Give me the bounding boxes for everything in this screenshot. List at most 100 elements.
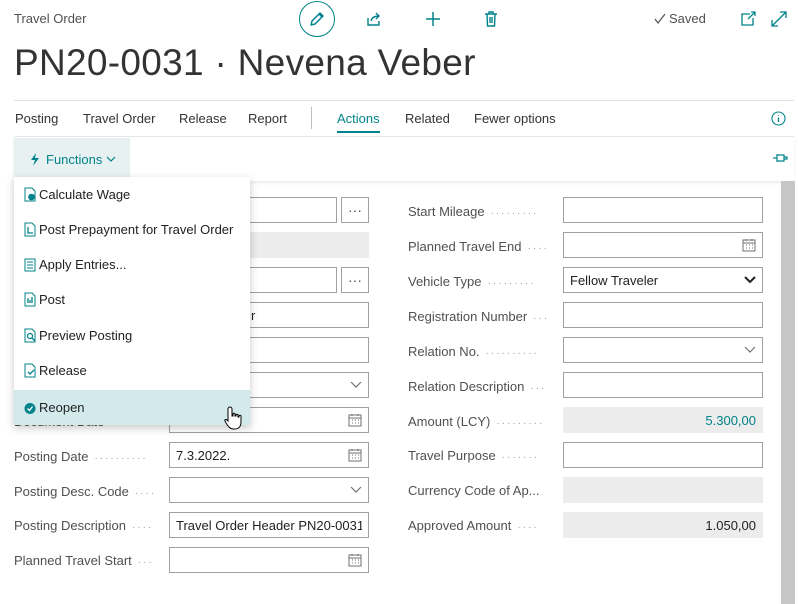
menu-item-label: Post Prepayment for Travel Order [39, 222, 234, 237]
menu-item-label: Calculate Wage [39, 187, 131, 202]
delete-button[interactable] [481, 9, 501, 29]
functions-button[interactable]: Functions [14, 138, 130, 180]
release-icon [22, 363, 37, 378]
info-button[interactable] [770, 110, 786, 126]
open-in-new-window-icon [741, 11, 756, 26]
approved-amount-value: 1.050,00 [705, 517, 756, 533]
posting-date-value: 7.3.2022. [176, 447, 231, 463]
chevron-down-icon [106, 156, 116, 162]
delete-icon [485, 11, 497, 27]
chevron-down-icon [744, 276, 756, 284]
edit-button[interactable] [299, 1, 335, 37]
currency-code-label: Currency Code of Ap... [408, 483, 540, 498]
ribbon [14, 136, 794, 181]
post-icon [22, 292, 37, 307]
pin-icon [773, 154, 788, 162]
menu-item-post-prepayment[interactable]: Post Prepayment for Travel Order [14, 212, 250, 247]
tab-actions[interactable]: Actions [337, 111, 380, 133]
posting-description-label: Posting Description ···· [14, 518, 154, 533]
calendar-icon [742, 239, 756, 252]
preview-posting-icon [22, 328, 37, 343]
tab-related[interactable]: Related [405, 111, 450, 126]
share-button[interactable] [364, 9, 384, 29]
amount-lcy-value[interactable]: 5.300,00 [570, 413, 756, 428]
menu-item-label: Post [39, 292, 66, 307]
planned-travel-end-label: Planned Travel End ···· [408, 239, 549, 254]
saved-status: Saved [654, 11, 706, 26]
expand-button[interactable] [769, 9, 789, 29]
currency-code-field [563, 477, 763, 503]
menu-item-reopen[interactable]: Reopen [14, 390, 250, 425]
start-mileage-field[interactable] [563, 197, 763, 223]
travel-purpose-label: Travel Purpose ······· [408, 448, 539, 463]
ellipsis-icon: ··· [348, 272, 362, 288]
info-icon [770, 110, 786, 126]
edit-icon [310, 12, 324, 26]
posting-description-field[interactable]: Travel Order Header PN20-0031 [169, 512, 369, 538]
posting-description-value: Travel Order Header PN20-0031 [176, 517, 362, 533]
menu-item-calculate-wage[interactable]: Calculate Wage [14, 177, 250, 212]
share-icon [367, 12, 380, 26]
tab-release[interactable]: Release [179, 111, 227, 126]
menu-item-preview-posting[interactable]: Preview Posting [14, 318, 250, 353]
vehicle-type-value: Fellow Traveler [570, 272, 659, 288]
menu-item-label: Release [39, 363, 87, 378]
posting-date-label: Posting Date ·········· [14, 449, 148, 464]
calendar-icon [348, 414, 362, 427]
posting-desc-code-select[interactable] [169, 477, 369, 503]
page-title: PN20-0031 · Nevena Veber [14, 42, 476, 83]
scrollbar[interactable] [781, 181, 795, 604]
tab-report[interactable]: Report [248, 111, 287, 126]
amount-lcy-field: 5.300,00 [563, 407, 763, 433]
breadcrumb: Travel Order [14, 11, 87, 26]
chevron-down-icon [744, 346, 756, 353]
amount-lcy-label: Amount (LCY) ········· [408, 414, 545, 429]
menu-item-label: Reopen [39, 400, 85, 415]
menu-item-post[interactable]: Post [14, 282, 250, 317]
planned-travel-start-field[interactable] [169, 547, 369, 573]
checkmark-icon [654, 13, 666, 24]
lightning-icon [31, 152, 39, 166]
calendar-icon [348, 449, 362, 462]
tab-posting[interactable]: Posting [15, 111, 58, 126]
tab-fewer-options[interactable]: Fewer options [474, 111, 556, 126]
registration-number-label: Registration Number ··· [408, 309, 550, 324]
tab-separator [311, 107, 312, 129]
relation-description-label: Relation Description ··· [408, 379, 547, 394]
functions-label: Functions [46, 151, 103, 167]
divider [14, 100, 794, 101]
relation-no-select[interactable] [563, 337, 763, 363]
reopen-icon [22, 400, 37, 415]
planned-travel-end-field[interactable] [563, 232, 763, 258]
add-icon [426, 12, 440, 26]
calendar-icon [348, 554, 362, 567]
relation-no-label: Relation No. ·········· [408, 344, 539, 359]
pin-button[interactable] [771, 151, 789, 165]
vehicle-type-label: Vehicle Type ········· [408, 274, 536, 289]
open-new-window-button[interactable] [738, 9, 758, 29]
relation-description-field[interactable] [563, 372, 763, 398]
calculate-wage-icon [22, 187, 37, 202]
functions-menu: Calculate Wage Post Prepayment for Trave… [14, 177, 250, 425]
posting-date-field[interactable]: 7.3.2022. [169, 442, 369, 468]
expand-icon [771, 11, 787, 27]
chevron-down-icon [350, 486, 362, 493]
travel-purpose-field[interactable] [563, 442, 763, 468]
menu-item-release[interactable]: Release [14, 353, 250, 388]
new-button[interactable] [423, 9, 443, 29]
menu-item-apply-entries[interactable]: Apply Entries... [14, 247, 250, 282]
menu-item-label: Preview Posting [39, 328, 133, 343]
approved-amount-field: 1.050,00 [563, 512, 763, 538]
saved-label: Saved [669, 11, 706, 26]
ellipsis-button[interactable]: ··· [341, 267, 369, 293]
post-prepayment-icon [22, 222, 37, 237]
posting-desc-code-label: Posting Desc. Code ···· [14, 484, 157, 499]
menu-item-label: Apply Entries... [39, 257, 127, 272]
ellipsis-button[interactable]: ··· [341, 197, 369, 223]
registration-number-field[interactable] [563, 302, 763, 328]
ellipsis-icon: ··· [348, 202, 362, 218]
pointer-cursor-icon [224, 406, 242, 435]
vehicle-type-select[interactable]: Fellow Traveler [563, 267, 763, 293]
tab-travel-order[interactable]: Travel Order [83, 111, 155, 126]
chevron-down-icon [350, 381, 362, 388]
